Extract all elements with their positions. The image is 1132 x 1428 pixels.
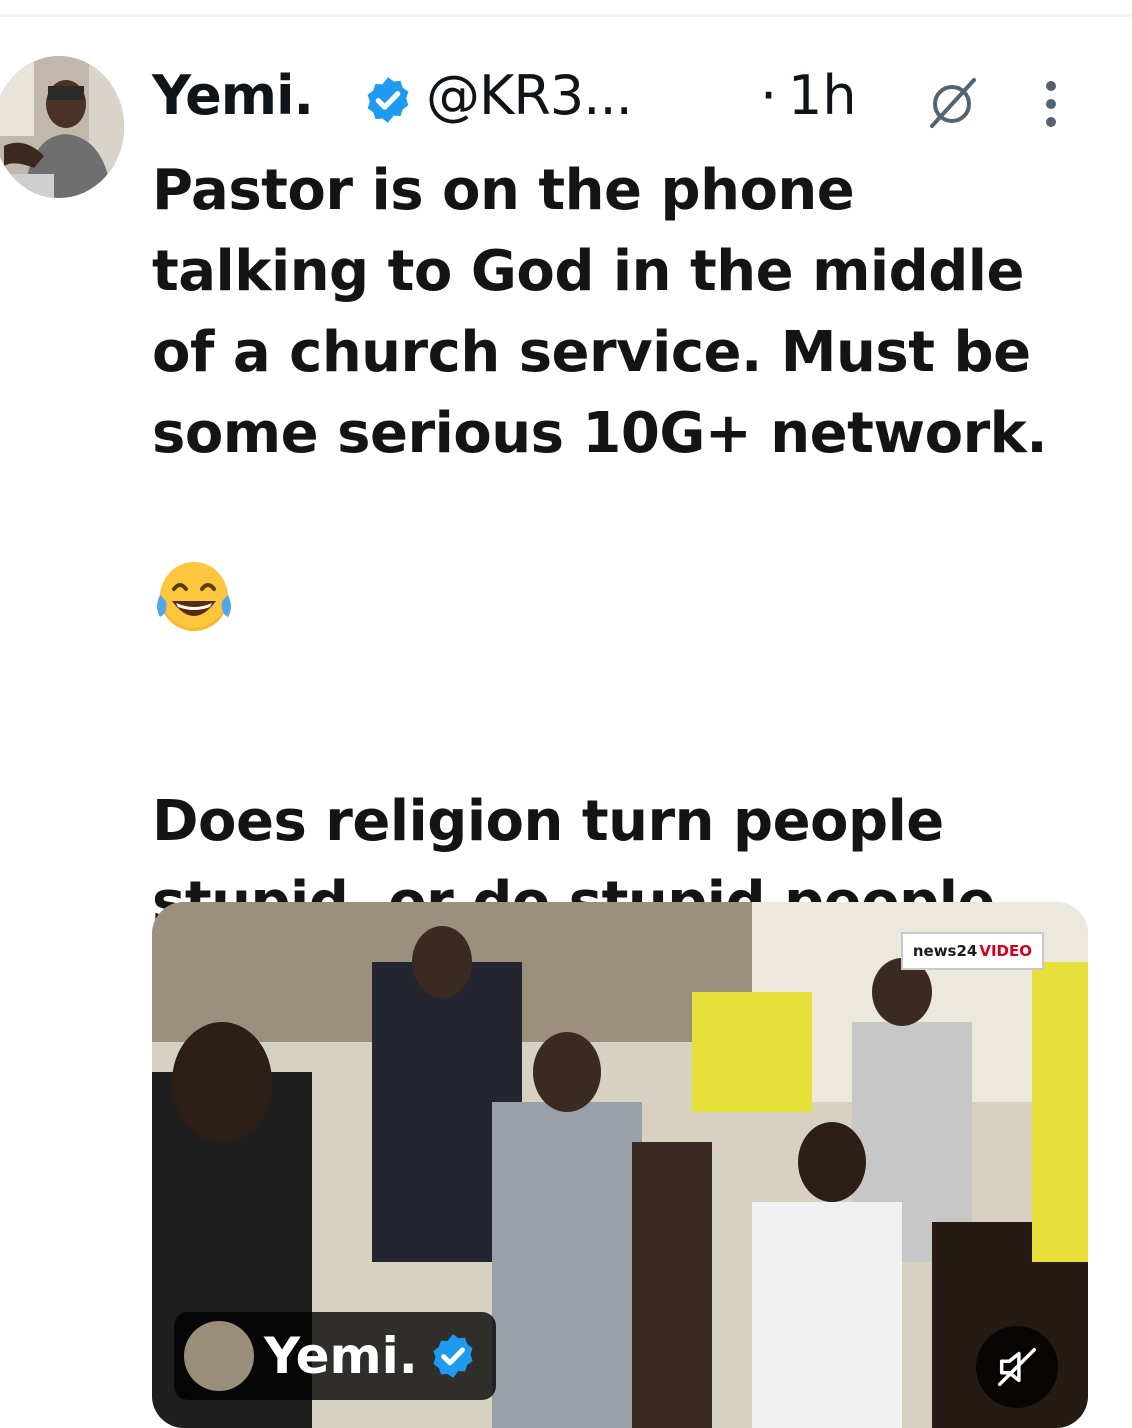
tweet-time[interactable]: 1h — [788, 64, 857, 127]
mute-icon — [998, 1348, 1036, 1386]
separator-dot: · — [760, 64, 778, 127]
face-with-tears-of-joy-icon — [152, 474, 236, 631]
grok-icon[interactable] — [924, 74, 980, 130]
verified-badge-icon — [362, 74, 414, 126]
news24-watermark: news24 VIDEO — [900, 932, 1044, 970]
mute-button[interactable] — [976, 1326, 1058, 1408]
author-name[interactable]: Yemi. — [152, 64, 314, 127]
tweet-header: Yemi. @KR3... · 1h — [152, 64, 1092, 134]
verified-badge-icon — [428, 1331, 478, 1381]
more-options-icon[interactable] — [1038, 72, 1064, 132]
watermark-accent: VIDEO — [979, 942, 1032, 960]
video-author-overlay[interactable]: Yemi. — [174, 1312, 496, 1400]
video-player[interactable]: news24 VIDEO Yemi. — [152, 902, 1088, 1428]
tweet-paragraph-1-text: Pastor is on the phone talking to God in… — [152, 158, 1048, 466]
top-divider — [0, 0, 1132, 17]
tweet-paragraph-1: Pastor is on the phone talking to God in… — [152, 150, 1112, 700]
author-handle[interactable]: @KR3... — [426, 64, 633, 127]
overlay-avatar — [184, 1321, 254, 1391]
author-avatar[interactable] — [0, 56, 124, 198]
watermark-main: news24 — [912, 942, 978, 960]
overlay-name: Yemi. — [264, 1327, 418, 1385]
